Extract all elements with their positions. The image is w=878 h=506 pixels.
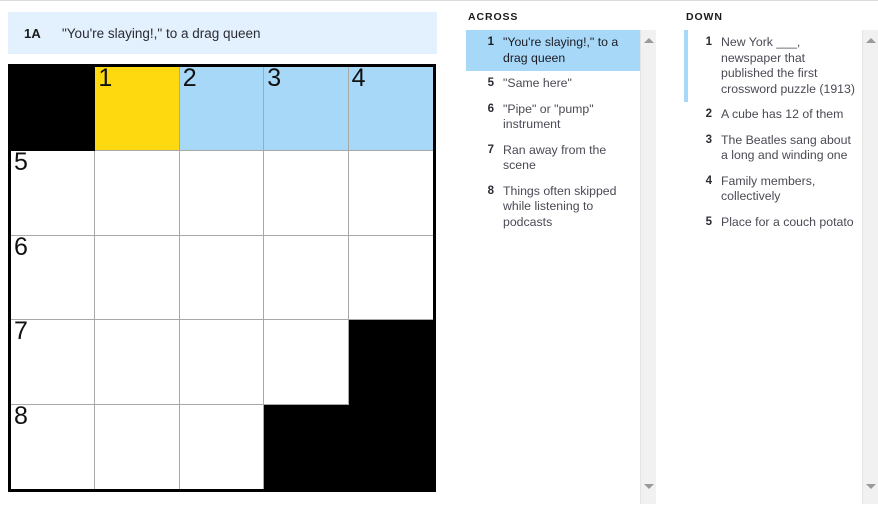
grid-cell[interactable] (95, 320, 180, 405)
clue-item-across-1[interactable]: 1 "You're slaying!," to a drag queen (466, 30, 640, 71)
down-scrollbar[interactable] (862, 30, 878, 504)
grid-block-cell (348, 404, 433, 489)
clue-number: 3 (705, 133, 712, 146)
clue-text: Family members, collectively (721, 173, 816, 204)
grid-cell-number: 7 (14, 317, 28, 346)
grid-cell[interactable]: 1 (95, 64, 180, 152)
clue-text: "Same here" (503, 76, 572, 90)
grid-cell-number: 1 (98, 64, 113, 92)
across-heading: ACROSS (468, 11, 519, 23)
across-scroll-down-icon[interactable] (641, 478, 657, 494)
clue-item-across-6[interactable]: 6 "Pipe" or "pump" instrument (466, 97, 640, 138)
grid-cell[interactable] (348, 235, 433, 321)
grid-cell-number: 4 (351, 64, 366, 92)
grid-cell[interactable]: 5 (11, 148, 96, 236)
grid-cell[interactable] (264, 320, 349, 405)
clue-text: "Pipe" or "pump" instrument (503, 101, 594, 132)
across-scrollbar[interactable] (640, 30, 656, 504)
clue-text: Ran away from the scene (503, 142, 607, 173)
clue-text: The Beatles sang about a long and windin… (721, 132, 851, 163)
clue-item-down-5[interactable]: 5 Place for a couch potato (684, 210, 862, 236)
down-heading: DOWN (686, 11, 723, 23)
grid-cell-number: 3 (267, 64, 282, 92)
puzzle-pane: 1A "You're slaying!," to a drag queen 1 2… (0, 0, 452, 506)
clue-text: A cube has 12 of them (721, 107, 844, 121)
grid-block-cell (11, 67, 96, 152)
across-list-holder: 1 "You're slaying!," to a drag queen 5 "Sam… (466, 30, 656, 504)
down-scroll-down-icon[interactable] (863, 478, 878, 494)
grid-cell-number: 8 (14, 401, 28, 430)
crossword-app: 1A "You're slaying!," to a drag queen 1 2… (0, 0, 878, 506)
grid-cell[interactable] (179, 235, 265, 321)
grid-cell[interactable] (95, 404, 180, 489)
down-scroll-up-icon[interactable] (863, 32, 878, 48)
clue-number: 5 (487, 77, 494, 89)
grid-block-cell (264, 404, 349, 489)
grid-cell[interactable] (179, 404, 265, 489)
clue-number: 7 (487, 143, 494, 156)
grid-cell[interactable]: 3 (264, 64, 349, 152)
down-list-holder: 1 New York ___, newspaper that published … (684, 30, 878, 504)
clue-number: 1 (705, 36, 712, 48)
down-clue-list[interactable]: 1 New York ___, newspaper that published … (684, 30, 862, 504)
grid-cell[interactable] (179, 151, 265, 236)
across-clues-panel: ACROSS 1 "You're slaying!," to a drag que… (466, 0, 656, 506)
crossword-grid[interactable]: 1 2 3 4 5 6 7 8 (11, 64, 433, 489)
clue-item-down-1[interactable]: 1 New York ___, newspaper that published … (684, 30, 862, 102)
grid-cell[interactable] (264, 151, 349, 236)
clue-item-down-2[interactable]: 2 A cube has 12 of them (684, 102, 862, 128)
clue-item-down-3[interactable]: 3 The Beatles sang about a long and windi… (684, 128, 862, 169)
grid-cell[interactable]: 8 (11, 402, 96, 489)
grid-cell[interactable]: 2 (179, 64, 265, 152)
grid-cell[interactable]: 6 (11, 233, 96, 321)
grid-cell[interactable]: 7 (11, 317, 96, 405)
clue-item-down-4[interactable]: 4 Family members, collectively (684, 169, 862, 210)
clue-text: New York ___, newspaper that published t… (721, 35, 855, 96)
grid-cell[interactable] (95, 151, 180, 236)
clue-text: Things often skipped while listening to … (503, 183, 617, 229)
clue-text: "You're slaying!," to a drag queen (503, 35, 619, 65)
clue-number: 6 (487, 102, 494, 115)
clue-item-across-7[interactable]: 7 Ran away from the scene (466, 138, 640, 179)
grid-cell[interactable] (179, 320, 265, 405)
across-scroll-up-icon[interactable] (641, 32, 657, 48)
clue-number: 1 (487, 36, 494, 48)
crossword-grid-container[interactable]: 1 2 3 4 5 6 7 8 (8, 64, 436, 492)
clue-number: 2 (705, 108, 712, 120)
clue-number: 4 (705, 174, 712, 187)
grid-cell-number: 5 (14, 148, 28, 177)
clue-number: 8 (487, 184, 494, 197)
grid-cell-number: 2 (182, 64, 197, 92)
current-clue-number: 1A (24, 25, 42, 41)
grid-cell[interactable] (95, 235, 180, 321)
grid-cell-number: 6 (14, 232, 28, 261)
current-clue-text: "You're slaying!," to a drag queen (62, 25, 261, 41)
down-clues-panel: DOWN 1 New York ___, newspaper that publi… (684, 0, 878, 506)
current-clue-bar[interactable]: 1A "You're slaying!," to a drag queen (8, 12, 437, 54)
grid-cell[interactable]: 4 (348, 64, 433, 152)
across-clue-list[interactable]: 1 "You're slaying!," to a drag queen 5 "Sam… (466, 30, 640, 504)
grid-cell[interactable] (264, 235, 349, 321)
grid-cell[interactable] (348, 151, 433, 236)
clue-text: Place for a couch potato (721, 214, 854, 229)
grid-block-cell (348, 320, 433, 405)
clue-item-across-5[interactable]: 5 "Same here" (466, 71, 640, 97)
clue-number: 5 (705, 215, 712, 228)
clue-item-across-8[interactable]: 8 Things often skipped while listening to… (466, 179, 640, 236)
